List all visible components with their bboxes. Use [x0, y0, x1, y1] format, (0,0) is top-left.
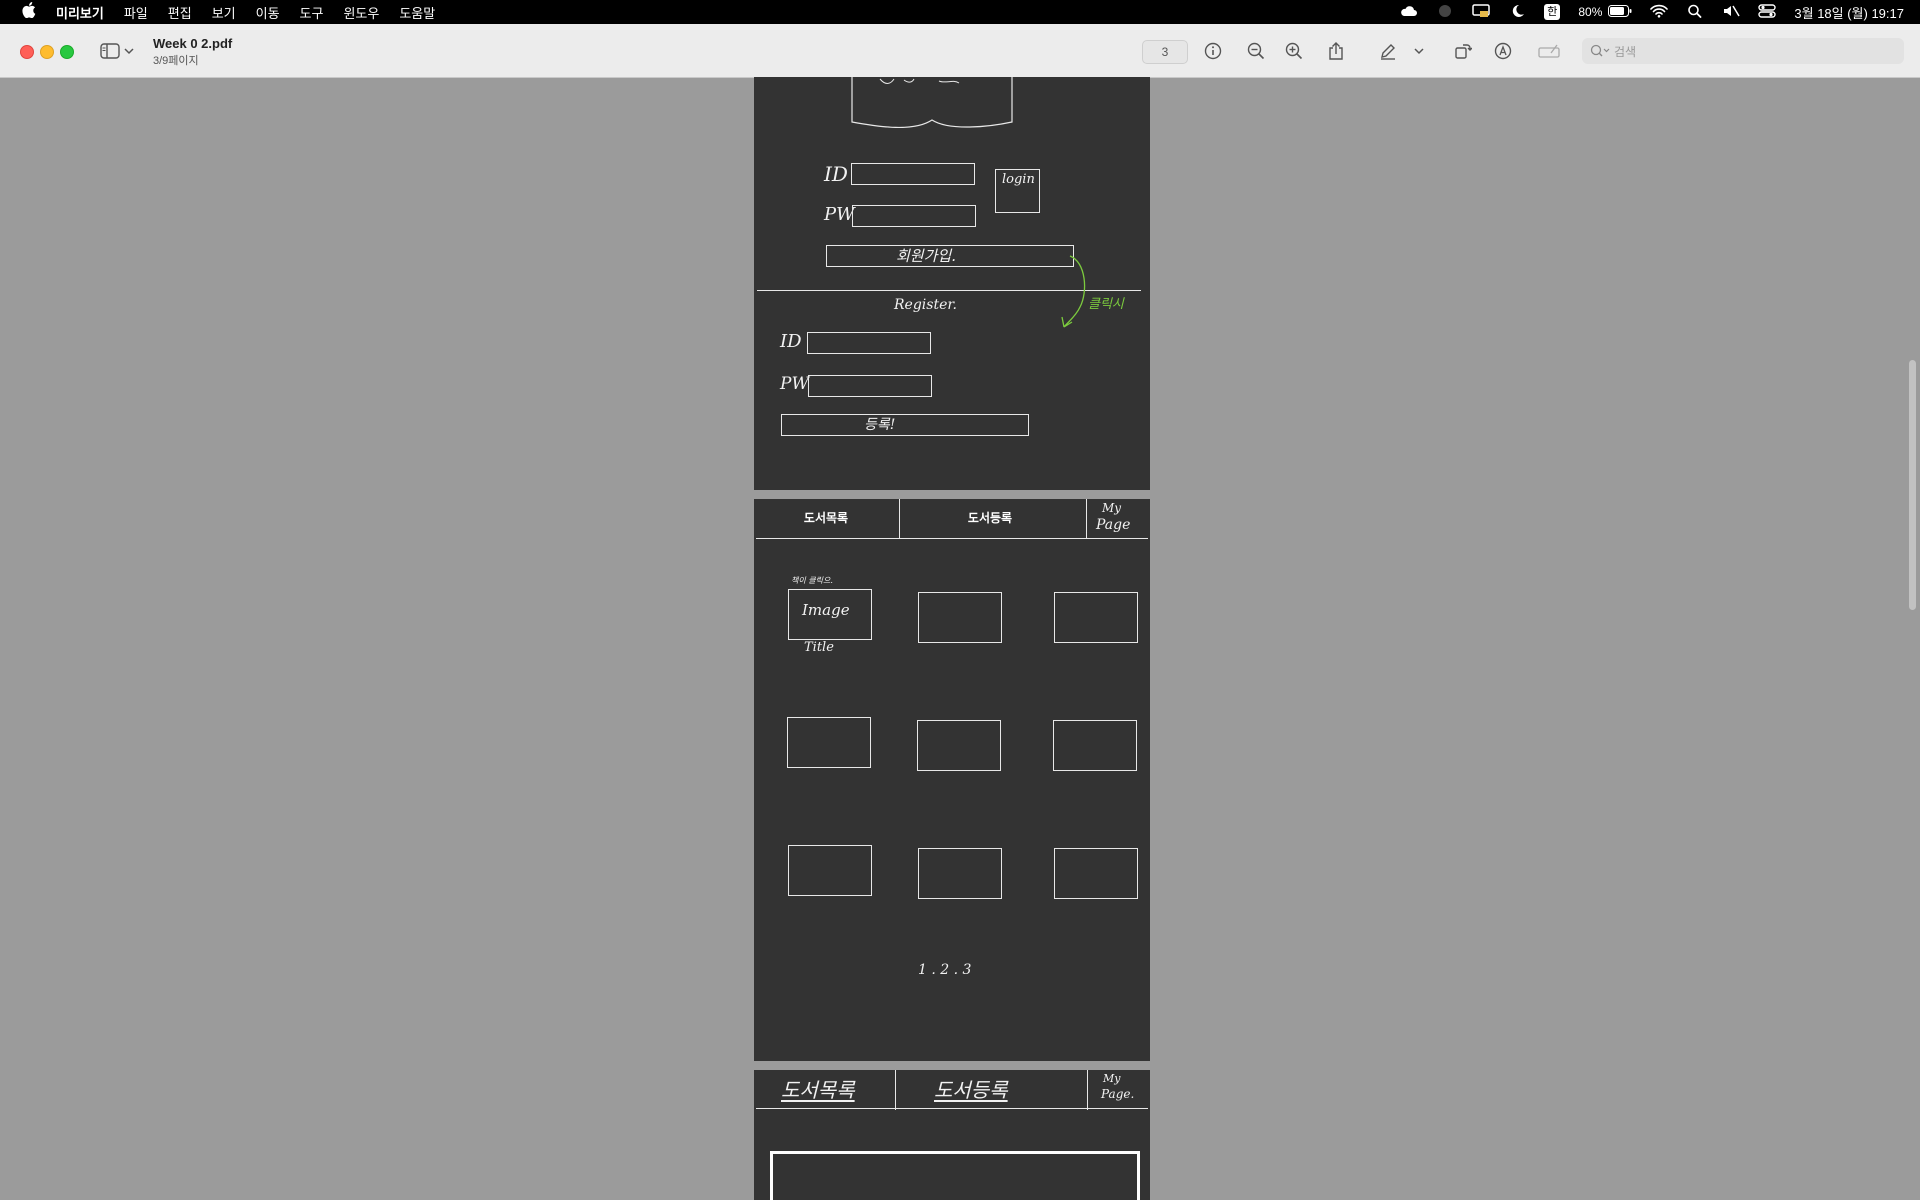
- menu-window[interactable]: 윈도우: [343, 3, 379, 22]
- menu-view[interactable]: 보기: [212, 3, 236, 22]
- book-card-2: [918, 592, 1002, 643]
- zoom-out-icon[interactable]: [1244, 39, 1268, 63]
- input-method-icon[interactable]: 한: [1544, 4, 1561, 20]
- window-minimize-button[interactable]: [40, 45, 54, 59]
- signup-bar-label: 회원가입.: [896, 247, 956, 265]
- wifi-icon[interactable]: [1650, 4, 1669, 21]
- register-id-label: ID: [780, 331, 802, 352]
- rotate-icon[interactable]: [1451, 39, 1475, 63]
- battery-icon[interactable]: [1608, 4, 1632, 20]
- register-pw-field: [808, 375, 932, 397]
- menu-file[interactable]: 파일: [124, 3, 148, 22]
- login-id-field: [851, 163, 975, 185]
- markup-icon[interactable]: [1491, 39, 1515, 63]
- battery-percent: 80%: [1578, 5, 1603, 19]
- book-card-8: [918, 848, 1002, 899]
- document-page-indicator: 3/9페이지: [153, 55, 199, 67]
- tab-book-list-handwritten: 도서목록: [781, 1078, 855, 1102]
- login-pw-label: PW: [824, 204, 855, 225]
- book-card-5: [917, 720, 1001, 771]
- book-card-4: [787, 717, 871, 768]
- share-icon[interactable]: [1324, 39, 1348, 63]
- menubar-clock[interactable]: 3월 18일 (월) 19:17: [1794, 3, 1904, 22]
- sketch-banner-shape: [851, 77, 1013, 128]
- pdf-page-login: ID PW login 회원가입. 클릭시 Register. ID PW 등록…: [754, 77, 1150, 490]
- tab-divider-1: [895, 1070, 896, 1110]
- book-image-label: Image: [802, 601, 850, 619]
- menu-edit[interactable]: 편집: [168, 3, 192, 22]
- register-id-field: [807, 332, 931, 354]
- pagination-sketch: 1 . 2 . 3: [918, 962, 972, 978]
- search-placeholder: 검색: [1614, 44, 1637, 59]
- login-id-label: ID: [824, 162, 848, 186]
- spotlight-search-icon[interactable]: [1686, 4, 1704, 21]
- document-title: Week 0 2.pdf: [153, 36, 233, 51]
- click-note-annotation: 클릭시: [1088, 296, 1124, 311]
- book-card-7: [788, 845, 872, 896]
- register-title: Register.: [894, 297, 957, 313]
- menu-app-name[interactable]: 미리보기: [56, 3, 104, 22]
- tab-mypage-line1: My: [1102, 501, 1122, 515]
- register-submit-label: 등록!: [864, 417, 896, 433]
- page-number-field[interactable]: 3: [1142, 40, 1188, 64]
- info-icon[interactable]: [1201, 39, 1225, 63]
- apple-icon[interactable]: [22, 2, 36, 22]
- login-button-label: login: [1002, 172, 1035, 187]
- form-fill-icon: [1537, 39, 1561, 63]
- cloud-status-icon[interactable]: [1400, 4, 1418, 21]
- display-mirror-icon[interactable]: [1472, 3, 1490, 21]
- menu-go[interactable]: 이동: [256, 3, 280, 22]
- chevron-down-icon[interactable]: [122, 39, 136, 63]
- search-field[interactable]: 검색: [1582, 38, 1904, 64]
- menu-help[interactable]: 도움말: [399, 3, 435, 22]
- window-zoom-button[interactable]: [60, 45, 74, 59]
- tab-book-register-handwritten: 도서등록: [934, 1078, 1008, 1102]
- menu-tools[interactable]: 도구: [300, 3, 324, 22]
- record-status-icon[interactable]: [1436, 4, 1454, 21]
- menubar: 미리보기 파일 편집 보기 이동 도구 윈도우 도움말 한 80% 3월 18일…: [0, 0, 1920, 24]
- vertical-scrollbar-thumb[interactable]: [1909, 360, 1916, 610]
- tab-underline: [756, 538, 1148, 539]
- highlight-pen-icon[interactable]: [1376, 39, 1400, 63]
- pdf-page-book-list: 도서목록 도서등록 My Page 책이 클릭으. Image Title 1 …: [754, 499, 1150, 1061]
- tab-divider-2: [1086, 499, 1087, 539]
- book-card-6: [1053, 720, 1137, 771]
- sidebar-toggle-icon[interactable]: [98, 39, 122, 63]
- tab-book-register: 도서등록: [967, 511, 1013, 525]
- login-pw-field: [852, 205, 976, 227]
- tab-mypage-line2: Page: [1096, 517, 1131, 533]
- green-arrow-annotation: [1061, 255, 1086, 328]
- register-form-frame: [770, 1151, 1140, 1200]
- tab-underline: [756, 1108, 1148, 1109]
- search-icon: [1590, 44, 1610, 58]
- book-card-9: [1054, 848, 1138, 899]
- pdf-page-register-book: 도서목록 도서등록 My Page.: [754, 1070, 1150, 1200]
- tab-book-list: 도서목록: [803, 511, 849, 525]
- highlight-options-chevron-icon[interactable]: [1412, 39, 1426, 63]
- register-pw-label: PW: [780, 374, 809, 394]
- register-submit-sketch: [781, 414, 1029, 436]
- window-close-button[interactable]: [20, 45, 34, 59]
- tab-divider-2: [1087, 1070, 1088, 1110]
- book-card-3: [1054, 592, 1138, 643]
- tab-mypage-line2: Page.: [1101, 1087, 1135, 1101]
- zoom-in-icon[interactable]: [1282, 39, 1306, 63]
- tab-mypage-line1: My: [1103, 1072, 1121, 1085]
- focus-moon-icon[interactable]: [1508, 4, 1526, 21]
- control-center-icon[interactable]: [1758, 3, 1777, 21]
- mute-icon[interactable]: [1722, 4, 1741, 21]
- book-click-note: 책이 클릭으.: [791, 576, 833, 585]
- book-title-label: Title: [804, 640, 834, 655]
